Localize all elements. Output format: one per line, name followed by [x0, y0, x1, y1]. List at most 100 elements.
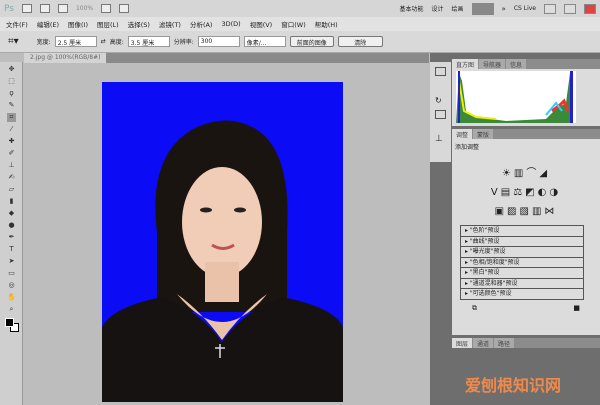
portrait-photo [102, 120, 343, 402]
preset-item[interactable]: ▸ "通道混和器"预设 [460, 278, 584, 289]
marquee-tool-icon[interactable]: ⬚ [7, 77, 16, 86]
adjustment-icons-row-3[interactable]: ▣▨▧▥⋈ [452, 206, 600, 217]
screen-mode-icon[interactable] [119, 4, 130, 13]
dodge-tool-icon[interactable]: ● [7, 221, 16, 230]
tab-histogram[interactable]: 直方图 [452, 59, 479, 69]
tab-paths[interactable]: 路径 [494, 338, 515, 348]
tab-adjustments[interactable]: 调整 [452, 129, 473, 139]
preset-item[interactable]: ▸ "曝光度"预设 [460, 247, 584, 258]
minimize-button[interactable] [544, 3, 556, 14]
swap-icon[interactable]: ⇄ [101, 38, 106, 45]
application-bar: Ps 100% 基本功能 设计 绘画 » CS Live [0, 0, 600, 17]
actions-panel-icon[interactable] [435, 110, 446, 119]
preset-item[interactable]: ▸ "可选颜色"预设 [460, 289, 584, 300]
layers-panel: 图层 通道 路径 [452, 338, 600, 348]
quick-select-tool-icon[interactable]: ✎ [7, 101, 16, 110]
more-icon[interactable]: » [502, 5, 506, 13]
document-image[interactable] [102, 82, 343, 402]
crop-tool-icon[interactable]: ⌗▾ [8, 36, 19, 47]
preset-item[interactable]: ▸ "曲线"预设 [460, 236, 584, 247]
menu-analysis[interactable]: 分析(A) [190, 19, 213, 29]
menu-help[interactable]: 帮助(H) [315, 19, 338, 29]
hand-tool-icon[interactable]: ✋ [7, 293, 16, 302]
front-image-button[interactable]: 前面的图像 [289, 36, 334, 47]
preset-label: "曲线"预设 [469, 237, 500, 245]
menu-window[interactable]: 窗口(W) [281, 19, 306, 29]
adjustment-icons-row-2[interactable]: V▤⚖◩◐◑ [452, 187, 600, 198]
workspace-essentials[interactable]: 基本功能 [399, 4, 423, 13]
menu-file[interactable]: 文件(F) [6, 19, 28, 29]
tab-channels[interactable]: 通道 [473, 338, 494, 348]
gradient-tool-icon[interactable]: ▮ [7, 197, 16, 206]
add-adjustment-title: 添加调整 [455, 144, 480, 151]
close-button[interactable] [584, 3, 596, 14]
menu-edit[interactable]: 编辑(E) [37, 19, 59, 29]
blur-tool-icon[interactable]: ◆ [7, 209, 16, 218]
healing-tool-icon[interactable]: ✚ [7, 137, 16, 146]
options-bar: ⌗▾ 宽度: 2.5 厘米 ⇄ 高度: 3.5 厘米 分辨率: 300 像素/.… [0, 31, 600, 53]
clear-button[interactable]: 清除 [337, 36, 383, 47]
panel-icon-strip: ↻ ⊥ [430, 62, 451, 162]
tab-info[interactable]: 信息 [506, 59, 527, 69]
tab-navigator[interactable]: 导航器 [479, 59, 506, 69]
menu-view[interactable]: 视图(V) [250, 19, 273, 29]
stamp-tool-icon[interactable]: ⊥ [7, 161, 16, 170]
3d-tool-icon[interactable]: ◎ [7, 281, 16, 290]
brush-tool-icon[interactable]: ✐ [7, 149, 16, 158]
watermark: 爱刨根知识网 [465, 376, 562, 395]
minibridge-icon[interactable] [39, 4, 50, 13]
resolution-unit-select[interactable]: 像素/... [243, 36, 286, 47]
cs-live-button[interactable]: CS Live [514, 5, 536, 12]
tab-masks[interactable]: 蒙版 [473, 129, 494, 139]
preset-item[interactable]: ▸ "色相/饱和度"预设 [460, 257, 584, 268]
preset-label: "色相/饱和度"预设 [469, 258, 520, 266]
histogram-panel-icon[interactable] [435, 67, 446, 76]
height-input[interactable]: 3.5 厘米 [127, 36, 170, 47]
resolution-label: 分辨率: [173, 39, 194, 46]
workspace-active-button[interactable] [471, 2, 494, 15]
history-panel-icon[interactable]: ↻ [435, 96, 446, 105]
menu-layer[interactable]: 图层(L) [97, 19, 119, 29]
camera-icon[interactable]: ■ [573, 304, 580, 313]
document-tab-bar: 2.jpg @ 100%(RGB/8#) [24, 53, 429, 63]
resolution-input[interactable]: 300 [197, 36, 240, 47]
ps-logo: Ps [4, 3, 14, 14]
preset-list[interactable]: ▸ "色阶"预设 ▸ "曲线"预设 ▸ "曝光度"预设 ▸ "色相/饱和度"预设… [460, 225, 584, 300]
type-tool-icon[interactable]: T [7, 245, 16, 254]
zoom-level[interactable]: 100% [76, 5, 93, 12]
menu-3d[interactable]: 3D(D) [221, 20, 240, 28]
bridge-icon[interactable] [21, 4, 32, 13]
preset-item[interactable]: ▸ "色阶"预设 [460, 226, 584, 237]
menu-filter[interactable]: 滤镜(T) [159, 19, 181, 29]
toolbox: ✥ ⬚ ϙ ✎ ⌗ ⁄ ✚ ✐ ⊥ ✍ ▱ ▮ ◆ ● ✒ T ➤ ▭ ◎ ✋ … [0, 62, 23, 405]
view-extras-icon[interactable] [57, 4, 68, 13]
tab-layers[interactable]: 图层 [452, 338, 473, 348]
crop-tool-icon[interactable]: ⌗ [7, 113, 16, 122]
lasso-tool-icon[interactable]: ϙ [7, 89, 16, 98]
histogram-panel: 直方图 导航器 信息 [452, 59, 600, 126]
width-label: 宽度: [36, 39, 51, 46]
history-brush-icon[interactable]: ✍ [7, 173, 16, 182]
document-tab[interactable]: 2.jpg @ 100%(RGB/8#) [24, 53, 107, 63]
menu-image[interactable]: 图像(I) [68, 19, 88, 29]
maximize-button[interactable] [564, 3, 576, 14]
zoom-tool-icon[interactable]: ⌕ [7, 305, 16, 314]
workspace-design[interactable]: 设计 [432, 4, 444, 13]
width-input[interactable]: 2.5 厘米 [54, 36, 97, 47]
pen-tool-icon[interactable]: ✒ [7, 233, 16, 242]
eyedropper-tool-icon[interactable]: ⁄ [7, 125, 16, 134]
preset-label: "通道混和器"预设 [469, 279, 518, 287]
clip-icon[interactable]: ⧉ [472, 304, 477, 313]
menu-select[interactable]: 选择(S) [128, 19, 150, 29]
path-select-tool-icon[interactable]: ➤ [7, 257, 16, 266]
adjustment-icons-row-1[interactable]: ☀▥⌒◢ [452, 164, 600, 179]
clone-source-icon[interactable]: ⊥ [435, 134, 446, 144]
preset-item[interactable]: ▸ "黑白"预设 [460, 268, 584, 279]
color-swatches[interactable] [5, 318, 19, 332]
arrange-icon[interactable] [101, 4, 112, 13]
shape-tool-icon[interactable]: ▭ [7, 269, 16, 278]
eraser-tool-icon[interactable]: ▱ [7, 185, 16, 194]
workspace-painting[interactable]: 绘画 [452, 4, 464, 13]
preset-label: "黑白"预设 [469, 269, 500, 276]
move-tool-icon[interactable]: ✥ [7, 65, 16, 74]
